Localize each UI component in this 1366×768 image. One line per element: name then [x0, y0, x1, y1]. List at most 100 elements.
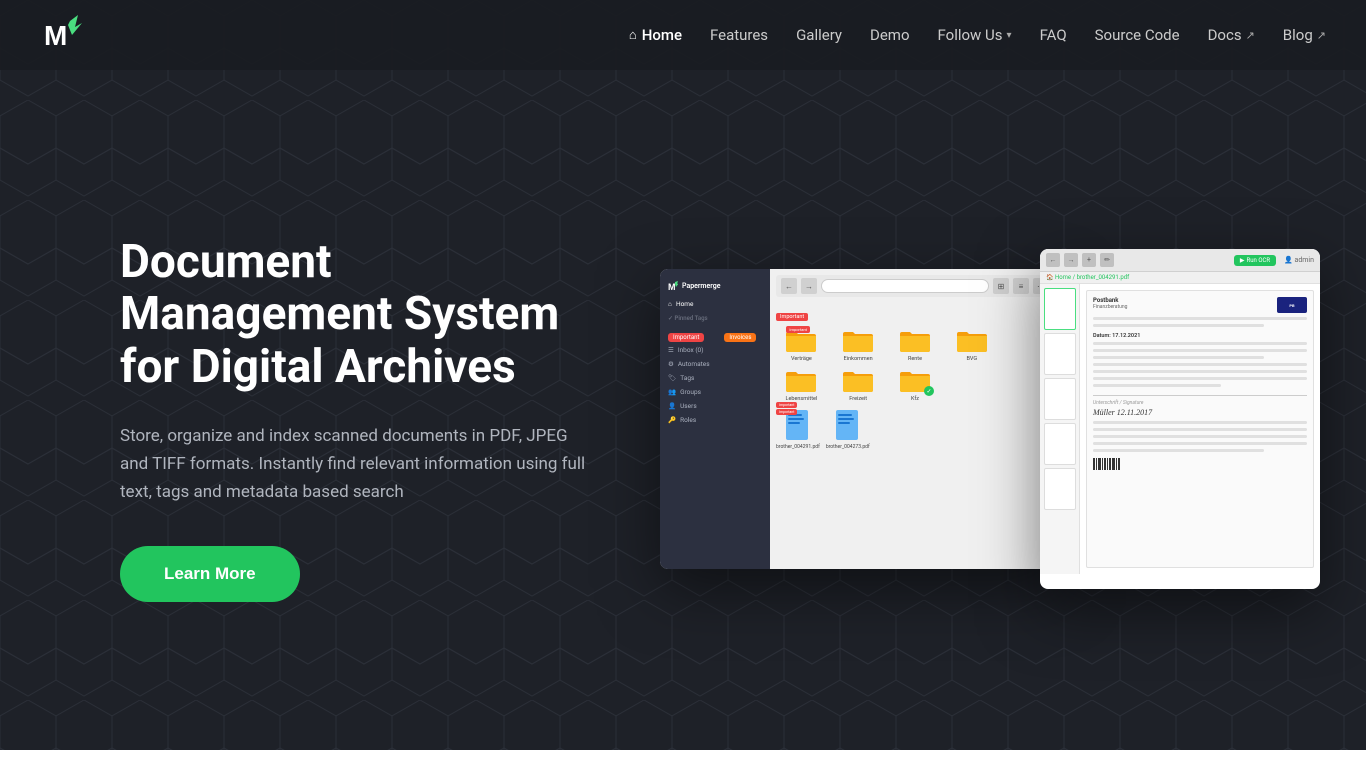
folder-einkommen[interactable]: Einkommen	[833, 328, 884, 362]
doc-toolbar-back[interactable]: ←	[1046, 253, 1060, 267]
folder-label-vertraege: Verträge	[791, 356, 812, 362]
home-icon: ⌂	[629, 27, 637, 43]
folder-icon-rente	[898, 328, 932, 354]
nav-item-source-code[interactable]: Source Code	[1095, 26, 1180, 44]
nav-blog-label: Blog	[1283, 26, 1313, 44]
svg-text:M: M	[44, 20, 67, 51]
folder-bvg[interactable]: BVG	[946, 328, 997, 362]
doc-line-12	[1093, 435, 1307, 438]
file-pdf-icon-2	[834, 408, 862, 442]
files-row: Important Important brother_004291.pdf	[776, 408, 1054, 450]
doc-toolbar: ← → + ✏ ▶ Run OCR 👤 admin	[1040, 249, 1320, 272]
folder-vertraege[interactable]: Important Verträge	[776, 328, 827, 362]
doc-line-7	[1093, 370, 1307, 373]
toolbar-back-button[interactable]: ←	[781, 278, 797, 294]
doc-company-sub: Finanzberatung	[1093, 304, 1127, 310]
doc-line-2	[1093, 324, 1264, 327]
hero-subtitle: Store, organize and index scanned docume…	[120, 422, 600, 506]
important-tag-banner: Important	[776, 313, 808, 321]
nav-item-docs[interactable]: Docs ↗	[1208, 26, 1255, 44]
hero-text-block: Document Management System for Digital A…	[120, 236, 600, 603]
doc-thumb-1[interactable]	[1044, 288, 1076, 330]
folder-rente[interactable]: Rente	[890, 328, 941, 362]
nav-item-home[interactable]: ⌂ Home	[629, 26, 682, 44]
folders-grid-row2: Lebensmittel Freizeit	[776, 368, 1054, 402]
app-sidebar: M Papermerge ⌂ Home ✓ Pinned Tags Import…	[660, 269, 770, 569]
nav-item-demo[interactable]: Demo	[870, 26, 910, 44]
search-bar[interactable]	[821, 279, 989, 293]
chevron-down-icon: ▾	[1007, 30, 1012, 41]
doc-thumb-2[interactable]	[1044, 333, 1076, 375]
breadcrumb-file-link[interactable]: brother_004291.pdf	[1077, 274, 1130, 281]
sidebar-item-roles[interactable]: 🔑 Roles	[660, 413, 770, 427]
doc-line-10	[1093, 421, 1307, 424]
green-check-badge: ✓	[924, 386, 934, 396]
folder-label-einkommen: Einkommen	[844, 356, 873, 362]
hero-section: Document Management System for Digital A…	[0, 70, 1366, 768]
doc-content: Postbank Finanzberatung PB Datum: 17.12.…	[1040, 284, 1320, 574]
sidebar-item-tags[interactable]: 🏷 Tags	[660, 371, 770, 385]
sidebar-item-groups[interactable]: 👥 Groups	[660, 385, 770, 399]
doc-date-label: Datum: 17.12.2021	[1093, 333, 1307, 339]
sidebar-item-users[interactable]: 👤 Users	[660, 399, 770, 413]
doc-page-header: Postbank Finanzberatung PB	[1093, 297, 1307, 313]
folder-icon-lebensmittel	[784, 368, 818, 394]
folder-label-kfz: Kfz	[911, 396, 919, 402]
home-icon-small: ⌂	[668, 300, 672, 308]
nav-gallery-label: Gallery	[796, 26, 842, 44]
doc-line-13	[1093, 442, 1307, 445]
important-badge: Important	[786, 326, 810, 333]
nav-item-follow-us[interactable]: Follow Us ▾	[938, 26, 1012, 44]
doc-breadcrumb: 🏠 Home / brother_004291.pdf	[1040, 272, 1320, 284]
doc-toolbar-zoom-in[interactable]: +	[1082, 253, 1096, 267]
sidebar-item-inbox[interactable]: ☰ Inbox (0)	[660, 343, 770, 357]
file-manager-content: ← → ⊞ ≡ ⋯ Important	[770, 269, 1060, 569]
logo-icon: M	[40, 13, 84, 57]
doc-logo-block: PB	[1277, 297, 1307, 313]
file-label-2: brother_004273.pdf	[826, 444, 870, 450]
sidebar-header: M Papermerge	[660, 277, 770, 297]
toolbar-list-view-button[interactable]: ≡	[1013, 278, 1029, 294]
file-item-1[interactable]: Important Important brother_004291.pdf	[776, 408, 820, 450]
folder-kfz[interactable]: ✓ Kfz	[890, 368, 941, 402]
doc-page: Postbank Finanzberatung PB Datum: 17.12.…	[1086, 290, 1314, 568]
sidebar-item-automates[interactable]: ⚙ Automates	[660, 357, 770, 371]
doc-toolbar-edit[interactable]: ✏	[1100, 253, 1114, 267]
sidebar-tag-invoices[interactable]: Invoices	[724, 333, 756, 342]
nav-item-gallery[interactable]: Gallery	[796, 26, 842, 44]
folder-label-freizeit: Freizeit	[849, 396, 867, 402]
logo[interactable]: M	[40, 13, 84, 57]
folder-lebensmittel[interactable]: Lebensmittel	[776, 368, 827, 402]
sidebar-item-home[interactable]: ⌂ Home	[660, 297, 770, 311]
nav-features-label: Features	[710, 26, 768, 44]
breadcrumb-home-link[interactable]: 🏠 Home	[1046, 274, 1071, 281]
doc-thumb-3[interactable]	[1044, 378, 1076, 420]
nav-source-code-label: Source Code	[1095, 26, 1180, 44]
folder-icon-einkommen	[841, 328, 875, 354]
folder-label-bvg: BVG	[967, 356, 978, 362]
learn-more-button[interactable]: Learn More	[120, 546, 300, 602]
doc-main-view: Postbank Finanzberatung PB Datum: 17.12.…	[1080, 284, 1320, 574]
doc-thumb-4[interactable]	[1044, 423, 1076, 465]
navbar: M ⌂ Home Features Gallery Demo	[0, 0, 1366, 70]
toolbar-forward-button[interactable]: →	[801, 278, 817, 294]
nav-item-features[interactable]: Features	[710, 26, 768, 44]
nav-item-blog[interactable]: Blog ↗	[1283, 26, 1326, 44]
document-viewer-window: ← → + ✏ ▶ Run OCR 👤 admin 🏠 Home / broth…	[1040, 249, 1320, 589]
file-item-2[interactable]: brother_004273.pdf	[826, 408, 870, 450]
bottom-bar	[0, 750, 1366, 768]
toolbar-grid-view-button[interactable]: ⊞	[993, 278, 1009, 294]
external-link-icon-2: ↗	[1317, 29, 1326, 42]
sidebar-tag-important[interactable]: Important	[668, 333, 704, 342]
sidebar-logo-icon: M	[668, 281, 678, 291]
external-link-icon: ↗	[1246, 29, 1255, 42]
nav-item-faq[interactable]: FAQ	[1040, 26, 1067, 44]
doc-thumb-5[interactable]	[1044, 468, 1076, 510]
doc-line-3	[1093, 342, 1307, 345]
hero-image: M Papermerge ⌂ Home ✓ Pinned Tags Import…	[660, 249, 1320, 589]
doc-toolbar-forward[interactable]: →	[1064, 253, 1078, 267]
sidebar-app-name: Papermerge	[682, 282, 721, 290]
doc-company-name: Postbank	[1093, 297, 1127, 304]
folder-freizeit[interactable]: Freizeit	[833, 368, 884, 402]
run-ocr-button[interactable]: ▶ Run OCR	[1234, 255, 1276, 266]
